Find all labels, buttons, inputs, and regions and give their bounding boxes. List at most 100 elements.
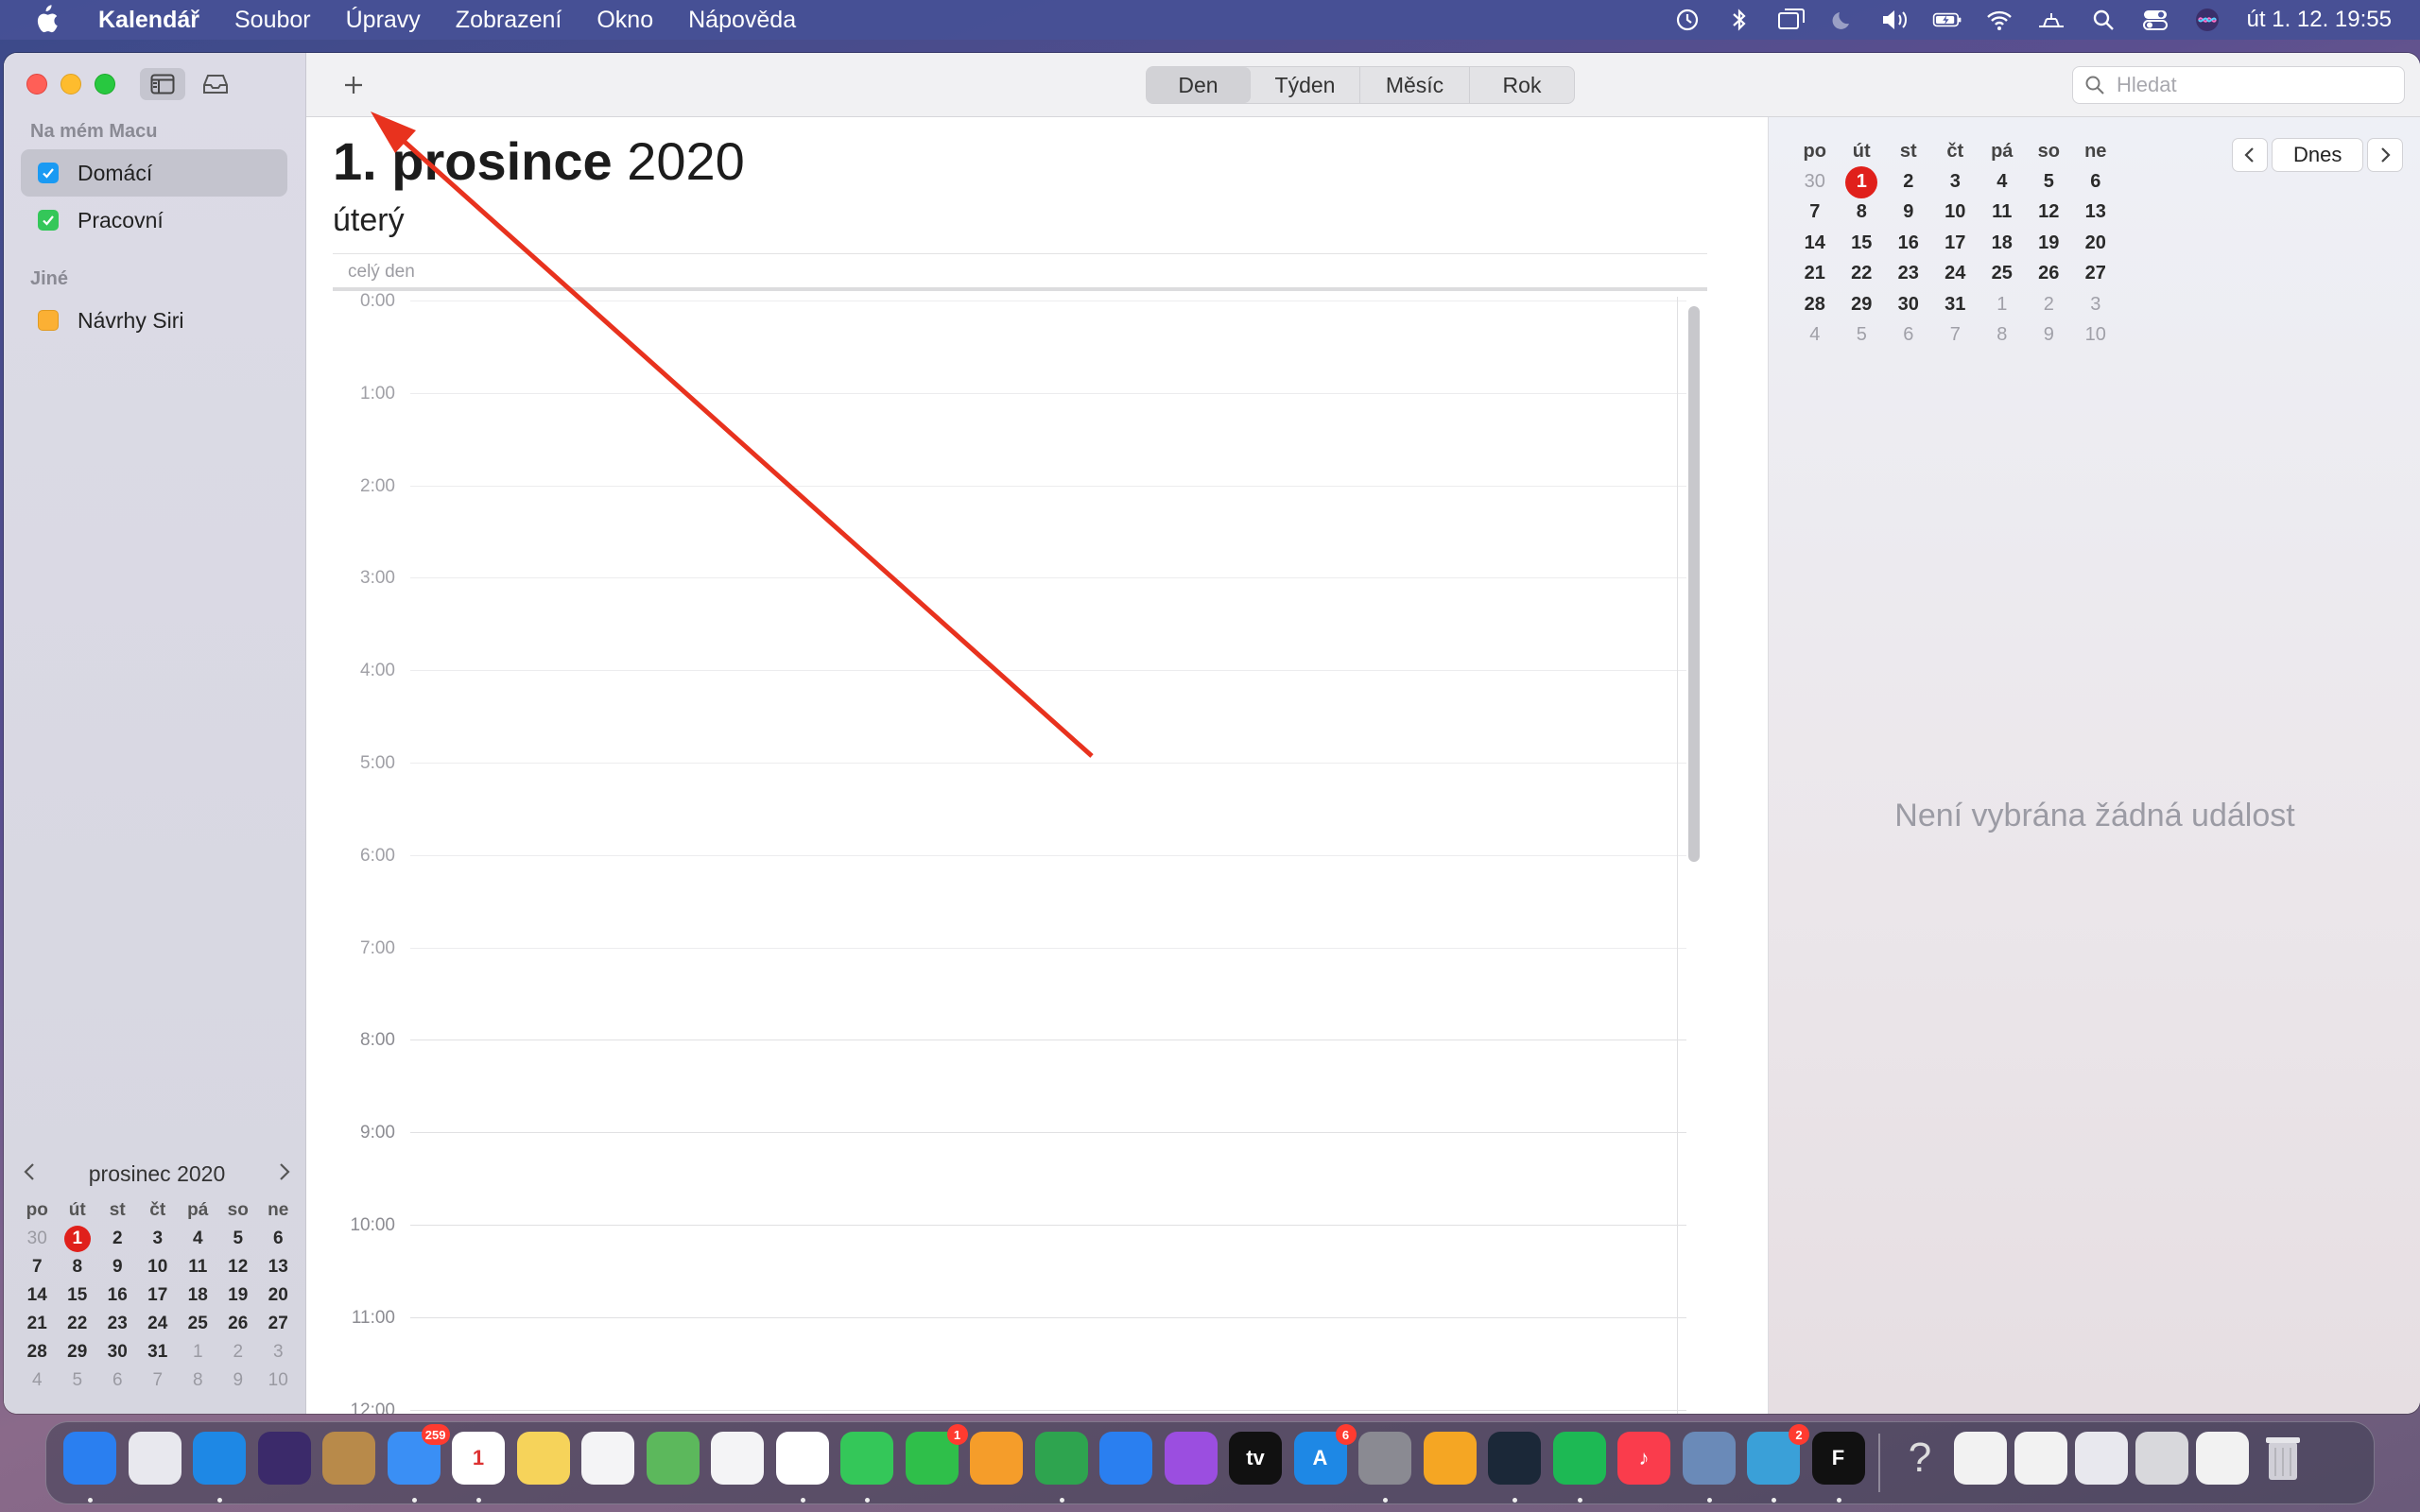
timemachine-icon[interactable]	[1672, 5, 1703, 35]
calendar-checkbox-navrhy-siri[interactable]	[38, 310, 59, 331]
spotlight-icon[interactable]	[2088, 5, 2118, 35]
wifi-icon[interactable]	[1984, 5, 2014, 35]
hour-row[interactable]: 10:00	[333, 1215, 1686, 1317]
month-day-cell-today[interactable]: 1	[1839, 165, 1886, 198]
bluetooth-icon[interactable]	[1724, 5, 1754, 35]
menu-view[interactable]: Zobrazení	[456, 7, 562, 34]
hour-row[interactable]: 11:00	[333, 1308, 1686, 1410]
next-month-button[interactable]	[2367, 138, 2404, 172]
month-day-cell[interactable]: 28	[1791, 289, 1839, 319]
month-day-cell[interactable]: 29	[1839, 289, 1886, 319]
messages-icon[interactable]	[840, 1432, 893, 1485]
trash-icon[interactable]	[2256, 1432, 2309, 1485]
mini-day-cell[interactable]: 7	[138, 1366, 179, 1395]
siri-icon[interactable]	[257, 1432, 311, 1485]
month-day-cell[interactable]: 24	[1932, 259, 1979, 289]
mini-calendar-next-button[interactable]	[278, 1161, 291, 1187]
hour-row[interactable]: 9:00	[333, 1123, 1686, 1225]
notes-icon[interactable]	[516, 1432, 570, 1485]
mini-day-cell[interactable]: 7	[17, 1253, 58, 1281]
volume-icon[interactable]	[1880, 5, 1910, 35]
month-day-cell[interactable]: 6	[2072, 166, 2119, 197]
month-day-cell[interactable]: 22	[1839, 259, 1886, 289]
mini-day-cell[interactable]: 23	[97, 1310, 138, 1338]
mini-day-cell[interactable]: 8	[58, 1253, 98, 1281]
window-zoom-button[interactable]	[95, 74, 115, 94]
month-day-cell[interactable]: 11	[1979, 198, 2026, 228]
month-day-cell[interactable]: 14	[1791, 228, 1839, 258]
mini-day-cell[interactable]: 11	[178, 1253, 218, 1281]
mini-day-cell[interactable]: 12	[218, 1253, 259, 1281]
hour-row[interactable]: 2:00	[333, 476, 1686, 578]
mini-day-cell[interactable]: 3	[258, 1338, 299, 1366]
month-day-cell[interactable]: 4	[1791, 319, 1839, 350]
month-day-cell[interactable]: 1	[1979, 289, 2026, 319]
month-day-cell[interactable]: 19	[2026, 228, 2073, 258]
spotify-icon[interactable]	[1552, 1432, 1606, 1485]
menu-help[interactable]: Nápověda	[688, 7, 796, 34]
mini-day-cell[interactable]: 18	[178, 1281, 218, 1310]
mini-day-cell[interactable]: 25	[178, 1310, 218, 1338]
mini-day-cell[interactable]: 2	[218, 1338, 259, 1366]
numbers-icon[interactable]	[1034, 1432, 1088, 1485]
mini-day-cell[interactable]: 26	[218, 1310, 259, 1338]
mini-day-cell[interactable]: 1	[178, 1338, 218, 1366]
month-day-cell[interactable]: 6	[1885, 319, 1932, 350]
facetime-icon[interactable]: 1	[905, 1424, 968, 1485]
menu-app-name[interactable]: Kalendář	[98, 7, 199, 34]
keynote-icon[interactable]	[1099, 1432, 1152, 1485]
mini-day-cell[interactable]: 3	[138, 1225, 179, 1253]
tab-mesic[interactable]: Měsíc	[1360, 67, 1470, 103]
document-thumbnail-icon[interactable]	[2014, 1432, 2067, 1485]
mini-day-cell[interactable]: 9	[218, 1366, 259, 1395]
month-day-cell[interactable]: 27	[2072, 259, 2119, 289]
reminders-icon[interactable]	[581, 1432, 634, 1485]
calendar-list-toggle-button[interactable]	[140, 68, 185, 100]
mini-day-cell[interactable]: 21	[17, 1310, 58, 1338]
mini-day-cell[interactable]: 2	[97, 1225, 138, 1253]
mini-day-cell[interactable]: 13	[258, 1253, 299, 1281]
menubar-clock[interactable]: út 1. 12. 19:55	[2247, 7, 2392, 33]
pages-icon[interactable]	[970, 1432, 1023, 1485]
mini-day-cell[interactable]: 30	[97, 1338, 138, 1366]
mini-day-cell[interactable]: 9	[97, 1253, 138, 1281]
month-day-cell[interactable]: 8	[1839, 198, 1886, 228]
screen-mirroring-icon[interactable]	[1776, 5, 1806, 35]
month-day-cell[interactable]: 10	[1932, 198, 1979, 228]
add-event-button[interactable]	[335, 68, 372, 102]
month-day-cell[interactable]: 21	[1791, 259, 1839, 289]
month-day-cell[interactable]: 26	[2026, 259, 2073, 289]
siri-icon[interactable]	[2192, 5, 2222, 35]
podcasts-icon[interactable]	[1164, 1432, 1218, 1485]
hour-row[interactable]: 8:00	[333, 1030, 1686, 1132]
month-day-cell[interactable]: 3	[1932, 166, 1979, 197]
mini-day-cell[interactable]: 19	[218, 1281, 259, 1310]
hour-row[interactable]: 12:00	[333, 1400, 1686, 1414]
airport-icon[interactable]	[2036, 5, 2066, 35]
music-icon[interactable]: ♪	[1617, 1432, 1670, 1485]
finder-icon[interactable]	[63, 1432, 116, 1485]
mini-day-cell[interactable]: 4	[178, 1225, 218, 1253]
prev-month-button[interactable]	[2232, 138, 2268, 172]
menu-file[interactable]: Soubor	[234, 7, 311, 34]
hour-row[interactable]: 4:00	[333, 661, 1686, 763]
mini-day-cell[interactable]: 5	[218, 1225, 259, 1253]
mini-day-cell[interactable]: 4	[17, 1366, 58, 1395]
preview-icon[interactable]	[1682, 1432, 1736, 1485]
hour-row[interactable]: 3:00	[333, 568, 1686, 670]
month-day-cell[interactable]: 9	[2026, 319, 2073, 350]
month-day-cell[interactable]: 17	[1932, 228, 1979, 258]
hour-row[interactable]: 0:00	[333, 291, 1686, 393]
photos-icon[interactable]	[711, 1432, 764, 1485]
document-thumbnail-icon[interactable]	[2075, 1432, 2128, 1485]
month-day-cell[interactable]: 5	[1839, 319, 1886, 350]
mini-day-cell[interactable]: 6	[258, 1225, 299, 1253]
mini-day-cell[interactable]: 16	[97, 1281, 138, 1310]
mini-day-cell[interactable]: 14	[17, 1281, 58, 1310]
mini-day-cell[interactable]: 22	[58, 1310, 98, 1338]
steam-icon[interactable]	[1488, 1432, 1541, 1485]
contacts-icon[interactable]	[322, 1432, 375, 1485]
system-preferences-icon[interactable]	[1358, 1432, 1411, 1485]
launchpad-icon[interactable]	[128, 1432, 182, 1485]
final-cut-icon[interactable]: F	[1811, 1432, 1865, 1485]
